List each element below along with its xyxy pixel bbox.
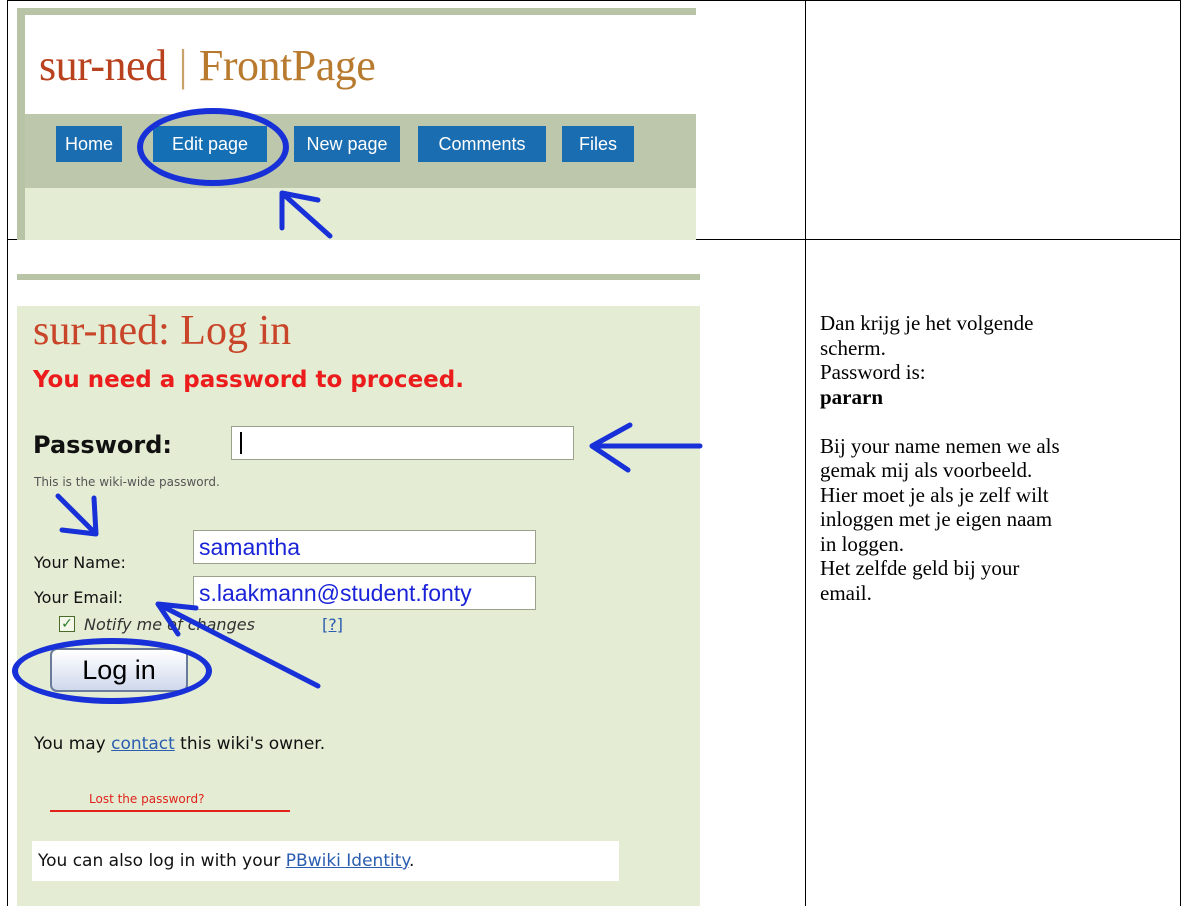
arrow-to-edit-page (279, 190, 333, 239)
arrow-to-email-field (155, 601, 321, 689)
arrow-to-name-label (55, 493, 99, 537)
arrow-to-password-field (589, 422, 703, 473)
annotation-overlay (55, 190, 703, 689)
